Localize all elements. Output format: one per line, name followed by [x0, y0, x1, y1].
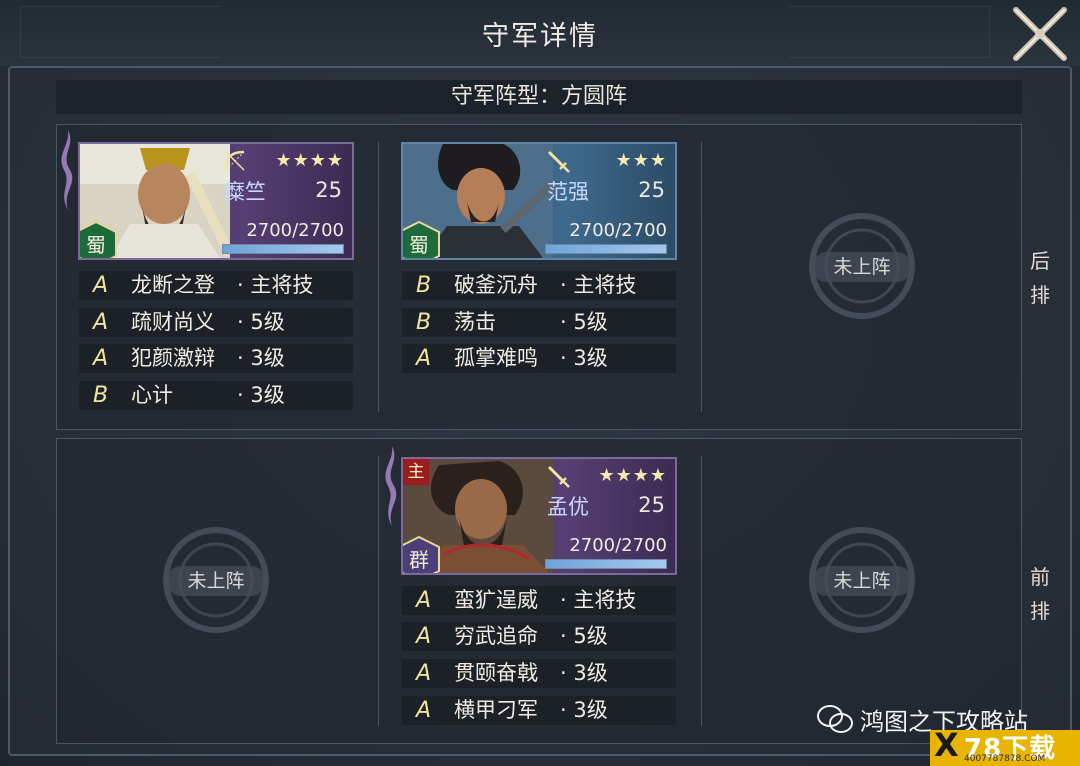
skill-grade: A — [416, 346, 432, 371]
skill-row[interactable]: A 龙断之登 · 主将技 — [79, 271, 353, 300]
faction-badge-qun-icon: 群 — [403, 535, 440, 573]
rarity-flame-icon — [61, 130, 73, 210]
page-title: 守军详情 — [482, 21, 598, 52]
hp-bar — [545, 244, 667, 254]
skill-name: 心计 — [131, 383, 173, 407]
empty-slot[interactable]: 未上阵 — [808, 212, 916, 320]
hp-bar — [222, 244, 344, 254]
skill-level: · 3级 — [237, 346, 285, 370]
empty-slot[interactable]: 未上阵 — [162, 526, 270, 634]
general-level: 25 — [638, 178, 665, 202]
skill-grade: B — [93, 383, 109, 408]
skill-row[interactable]: B 破釜沉舟 · 主将技 — [402, 271, 676, 300]
skill-row[interactable]: A 犯颜激辩 · 3级 — [79, 344, 353, 373]
empty-slot-label: 未上阵 — [166, 566, 266, 596]
skill-row[interactable]: A 穷武追命 · 5级 — [402, 622, 676, 651]
faction-badge-shu-icon: 蜀 — [403, 220, 440, 258]
faction-badge-shu-icon: 蜀 — [80, 220, 117, 258]
skill-name: 贯颐奋戟 — [454, 661, 538, 685]
skill-grade: B — [416, 273, 432, 298]
skill-name: 犯颜激辩 — [131, 346, 215, 370]
general-card-fanqiang[interactable]: ★★★ 范强 25 2700/2700 蜀 — [401, 142, 677, 260]
skill-name: 横甲刁军 — [454, 698, 538, 722]
general-level: 25 — [638, 493, 665, 517]
skill-level: · 5级 — [237, 310, 285, 334]
close-icon — [1013, 7, 1067, 61]
back-row-label: 后排 — [1030, 249, 1050, 307]
skill-grade: A — [416, 661, 432, 686]
hp-bar — [545, 559, 667, 569]
general-name: 范强 — [547, 180, 589, 204]
star-rating: ★★★★ — [275, 150, 344, 171]
skill-name: 荡击 — [454, 310, 496, 334]
site-logo: X 78下载 4007787878.COM — [930, 726, 1080, 766]
title-bar: 守军详情 — [0, 0, 1080, 66]
skill-row[interactable]: B 心计 · 3级 — [79, 381, 353, 410]
skill-name: 孤掌难鸣 — [454, 346, 538, 370]
general-level: 25 — [315, 178, 342, 202]
skill-name: 穷武追命 — [454, 624, 538, 648]
skill-name: 龙断之登 — [131, 273, 215, 297]
skill-level: · 3级 — [237, 383, 285, 407]
star-rating: ★★★★ — [598, 465, 667, 486]
skill-row[interactable]: A 贯颐奋戟 · 3级 — [402, 659, 676, 688]
skill-grade: A — [93, 310, 109, 335]
faction-label: 蜀 — [86, 233, 106, 257]
empty-slot[interactable]: 未上阵 — [808, 526, 916, 634]
column-divider — [378, 456, 379, 726]
lord-badge: 主 — [403, 459, 429, 485]
faction-label: 蜀 — [409, 233, 429, 257]
skill-grade: A — [93, 273, 109, 298]
faction-label: 群 — [409, 548, 429, 572]
column-divider — [701, 456, 702, 726]
skill-level: · 3级 — [560, 346, 608, 370]
skill-grade: A — [416, 698, 432, 723]
skill-grade: A — [416, 624, 432, 649]
skill-level: · 5级 — [560, 310, 608, 334]
general-card-mizhu[interactable]: ★★★★ 糜竺 25 2700/2700 蜀 — [78, 142, 354, 260]
hp-bar-fill — [546, 560, 666, 568]
hp-bar-fill — [546, 245, 666, 253]
skill-name: 破釜沉舟 — [454, 273, 538, 297]
wechat-icon — [817, 705, 853, 733]
column-divider — [378, 142, 379, 412]
site-logo-mark: X — [934, 726, 959, 764]
general-hp: 2700/2700 — [569, 220, 667, 241]
skill-grade: B — [416, 310, 432, 335]
sword-icon — [547, 150, 570, 173]
site-logo-url: 4007787878.COM — [964, 754, 1046, 764]
general-hp: 2700/2700 — [246, 220, 344, 241]
star-rating: ★★★ — [615, 150, 667, 171]
sword-icon — [547, 465, 570, 488]
formation-bar: 守军阵型：方圆阵 — [56, 80, 1022, 114]
skill-level: · 3级 — [560, 661, 608, 685]
skill-grade: A — [416, 588, 432, 613]
skill-row[interactable]: A 孤掌难鸣 · 3级 — [402, 344, 676, 373]
skill-row[interactable]: A 蛮犷逞威 · 主将技 — [402, 586, 676, 615]
close-button[interactable] — [1010, 4, 1070, 64]
general-name: 糜竺 — [224, 180, 266, 204]
general-name: 孟优 — [547, 495, 589, 519]
general-hp: 2700/2700 — [569, 535, 667, 556]
skill-row[interactable]: A 疏财尚义 · 5级 — [79, 308, 353, 337]
hp-bar-fill — [223, 245, 343, 253]
skill-row[interactable]: A 横甲刁军 · 3级 — [402, 696, 676, 725]
front-row-label: 前排 — [1030, 565, 1050, 623]
skill-row[interactable]: B 荡击 · 5级 — [402, 308, 676, 337]
skill-name: 疏财尚义 — [131, 310, 215, 334]
skill-grade: A — [93, 346, 109, 371]
column-divider — [701, 142, 702, 412]
skill-level: · 主将技 — [560, 273, 637, 297]
empty-slot-label: 未上阵 — [812, 566, 912, 596]
general-card-mengyou[interactable]: 主 ★★★★ 孟优 25 2700/2700 群 — [401, 457, 677, 575]
bow-icon — [224, 150, 245, 171]
skill-level: · 3级 — [560, 698, 608, 722]
skill-level: · 5级 — [560, 624, 608, 648]
skill-level: · 主将技 — [560, 588, 637, 612]
empty-slot-label: 未上阵 — [812, 252, 912, 282]
skill-name: 蛮犷逞威 — [454, 588, 538, 612]
skill-level: · 主将技 — [237, 273, 314, 297]
